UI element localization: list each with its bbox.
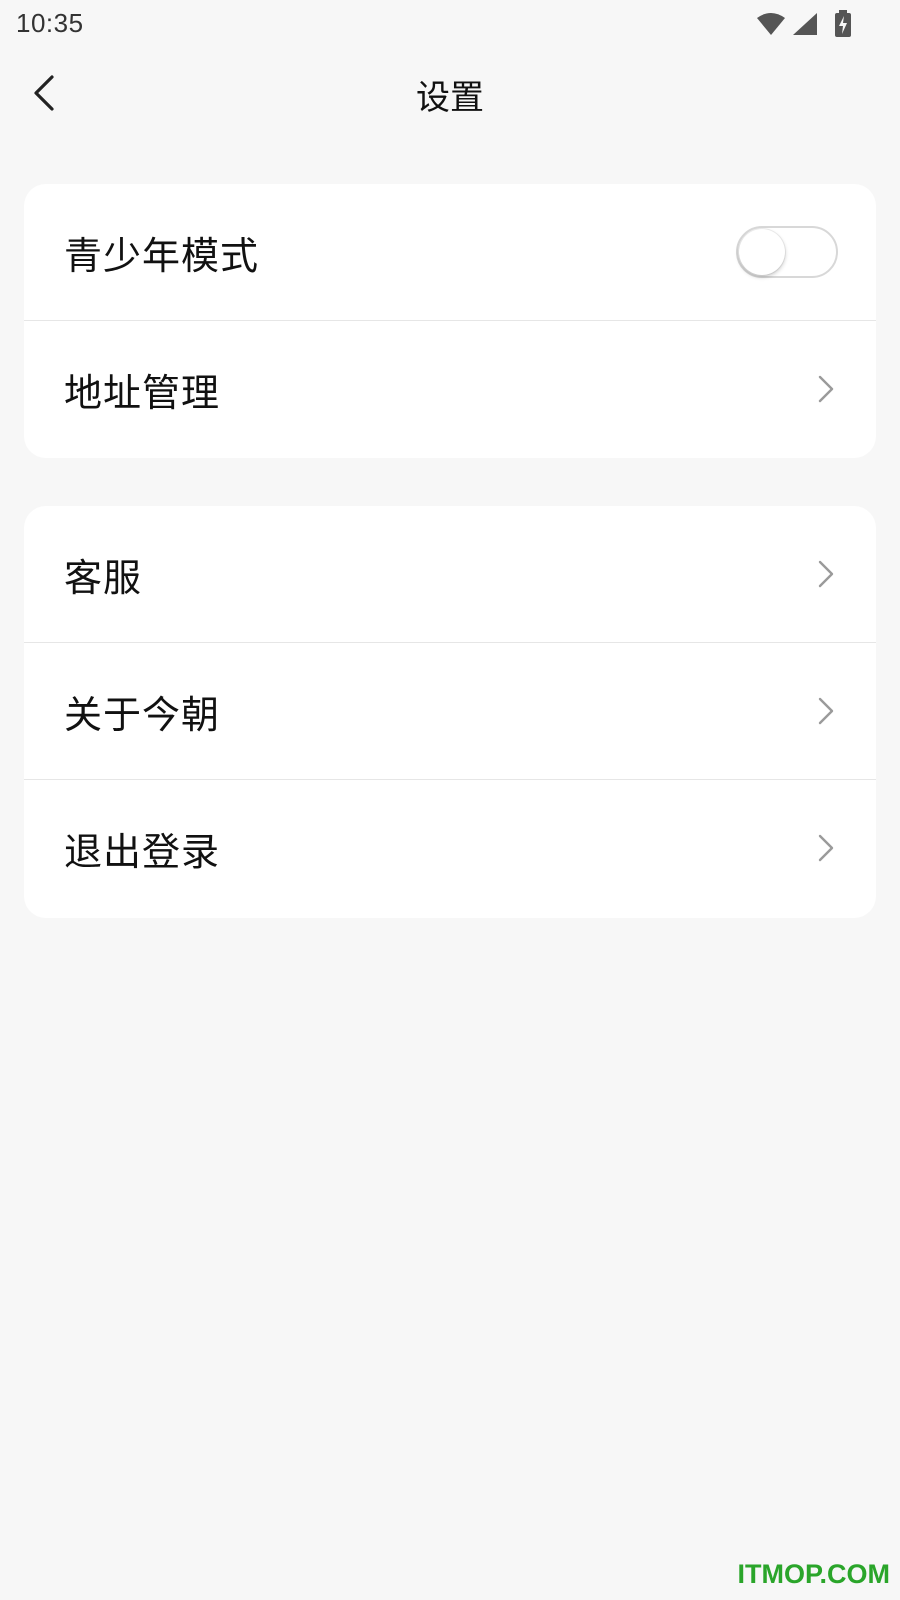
chevron-right-icon — [818, 560, 834, 588]
battery-charging-icon — [834, 10, 852, 38]
top-nav: 设置 — [0, 48, 900, 138]
signal-icon — [792, 12, 818, 36]
page-title: 设置 — [416, 78, 484, 118]
row-label: 客服 — [64, 555, 143, 600]
chevron-right-icon — [818, 834, 834, 862]
status-bar: 10:35 — [0, 0, 900, 48]
settings-group-2: 客服 关于今朝 退出登录 — [24, 506, 876, 918]
settings-row-customer-service[interactable]: 客服 — [24, 506, 876, 642]
row-label: 退出登录 — [64, 829, 221, 874]
status-icons — [756, 8, 852, 40]
settings-row-logout[interactable]: 退出登录 — [24, 779, 876, 916]
watermark: ITMOP.COM — [737, 1559, 890, 1589]
toggle-knob — [739, 229, 785, 275]
chevron-right-icon — [818, 375, 834, 403]
settings-group-1: 青少年模式 地址管理 — [24, 184, 876, 458]
status-time: 10:35 — [16, 8, 84, 38]
settings-row-about[interactable]: 关于今朝 — [24, 642, 876, 779]
wifi-icon — [756, 12, 786, 36]
settings-row-youth-mode: 青少年模式 — [24, 184, 876, 320]
settings-row-address[interactable]: 地址管理 — [24, 320, 876, 457]
row-label: 地址管理 — [64, 370, 221, 415]
row-label: 青少年模式 — [64, 233, 260, 278]
row-label: 关于今朝 — [64, 692, 221, 737]
chevron-right-icon — [818, 697, 834, 725]
youth-mode-toggle[interactable] — [736, 226, 838, 278]
